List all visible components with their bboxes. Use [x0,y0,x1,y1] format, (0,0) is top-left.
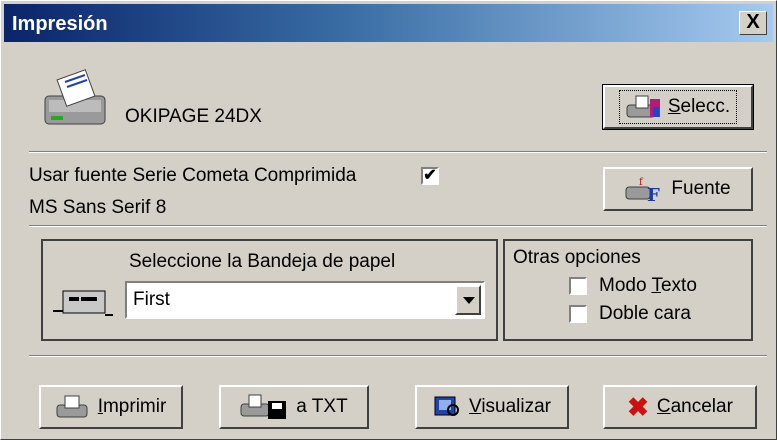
duplex-label: Doble cara [599,303,691,324]
window-title: Impresión [12,13,108,35]
export-txt-label: a TXT [296,396,348,417]
print-dialog: Impresión X OKIPAGE 24DX Selecc. Usar fu… [0,0,777,440]
separator-bottom [29,355,767,357]
preview-button[interactable]: Visualizar [415,385,569,429]
print-button-label: Imprimir [97,396,167,417]
other-options-group: Otras opciones Modo Texto Doble cara [503,239,753,341]
font-icon: F f [625,177,660,203]
duplex-checkbox[interactable] [569,305,587,323]
paper-tray-label: Seleccione la Bandeja de papel [129,251,396,272]
separator-middle [29,225,767,227]
current-font-label: MS Sans Serif 8 [29,197,167,218]
title-bar: Impresión X [4,4,773,42]
font-button-label: Fuente [671,178,731,199]
font-button[interactable]: F f Fuente [603,167,753,211]
paper-tray-select[interactable]: First [125,281,485,319]
select-button-label: Selecc. [667,96,731,117]
font-option-checkbox[interactable]: ✔ [421,167,439,185]
text-mode-label: Modo Texto [599,275,697,296]
select-printer-button[interactable]: Selecc. [602,84,754,130]
printer-select-icon [626,95,660,118]
text-mode-checkbox[interactable] [569,277,587,295]
export-txt-button[interactable]: a TXT [219,385,369,429]
separator-top [29,151,767,153]
cancel-button-label: Cancelar [656,396,733,417]
other-options-title: Otras opciones [513,247,641,268]
printer-icon [43,66,113,132]
svg-text:f: f [639,177,644,188]
preview-icon [434,396,459,416]
paper-tray-value: First [133,289,170,310]
print-icon [56,395,88,418]
cancel-x-icon: ✖ [627,392,649,422]
font-option-label: Usar fuente Serie Cometa Comprimida [29,165,357,186]
tray-printer-icon [51,285,115,326]
close-button[interactable]: X [739,11,767,35]
paper-tray-group: Seleccione la Bandeja de papel First [41,239,498,341]
printer-disk-icon [240,394,287,419]
print-button[interactable]: Imprimir [39,385,183,429]
dropdown-arrow-icon[interactable] [455,285,481,315]
preview-button-label: Visualizar [468,396,552,417]
cancel-button[interactable]: ✖ Cancelar [603,385,757,429]
printer-name: OKIPAGE 24DX [125,106,262,127]
svg-text:F: F [647,185,660,203]
